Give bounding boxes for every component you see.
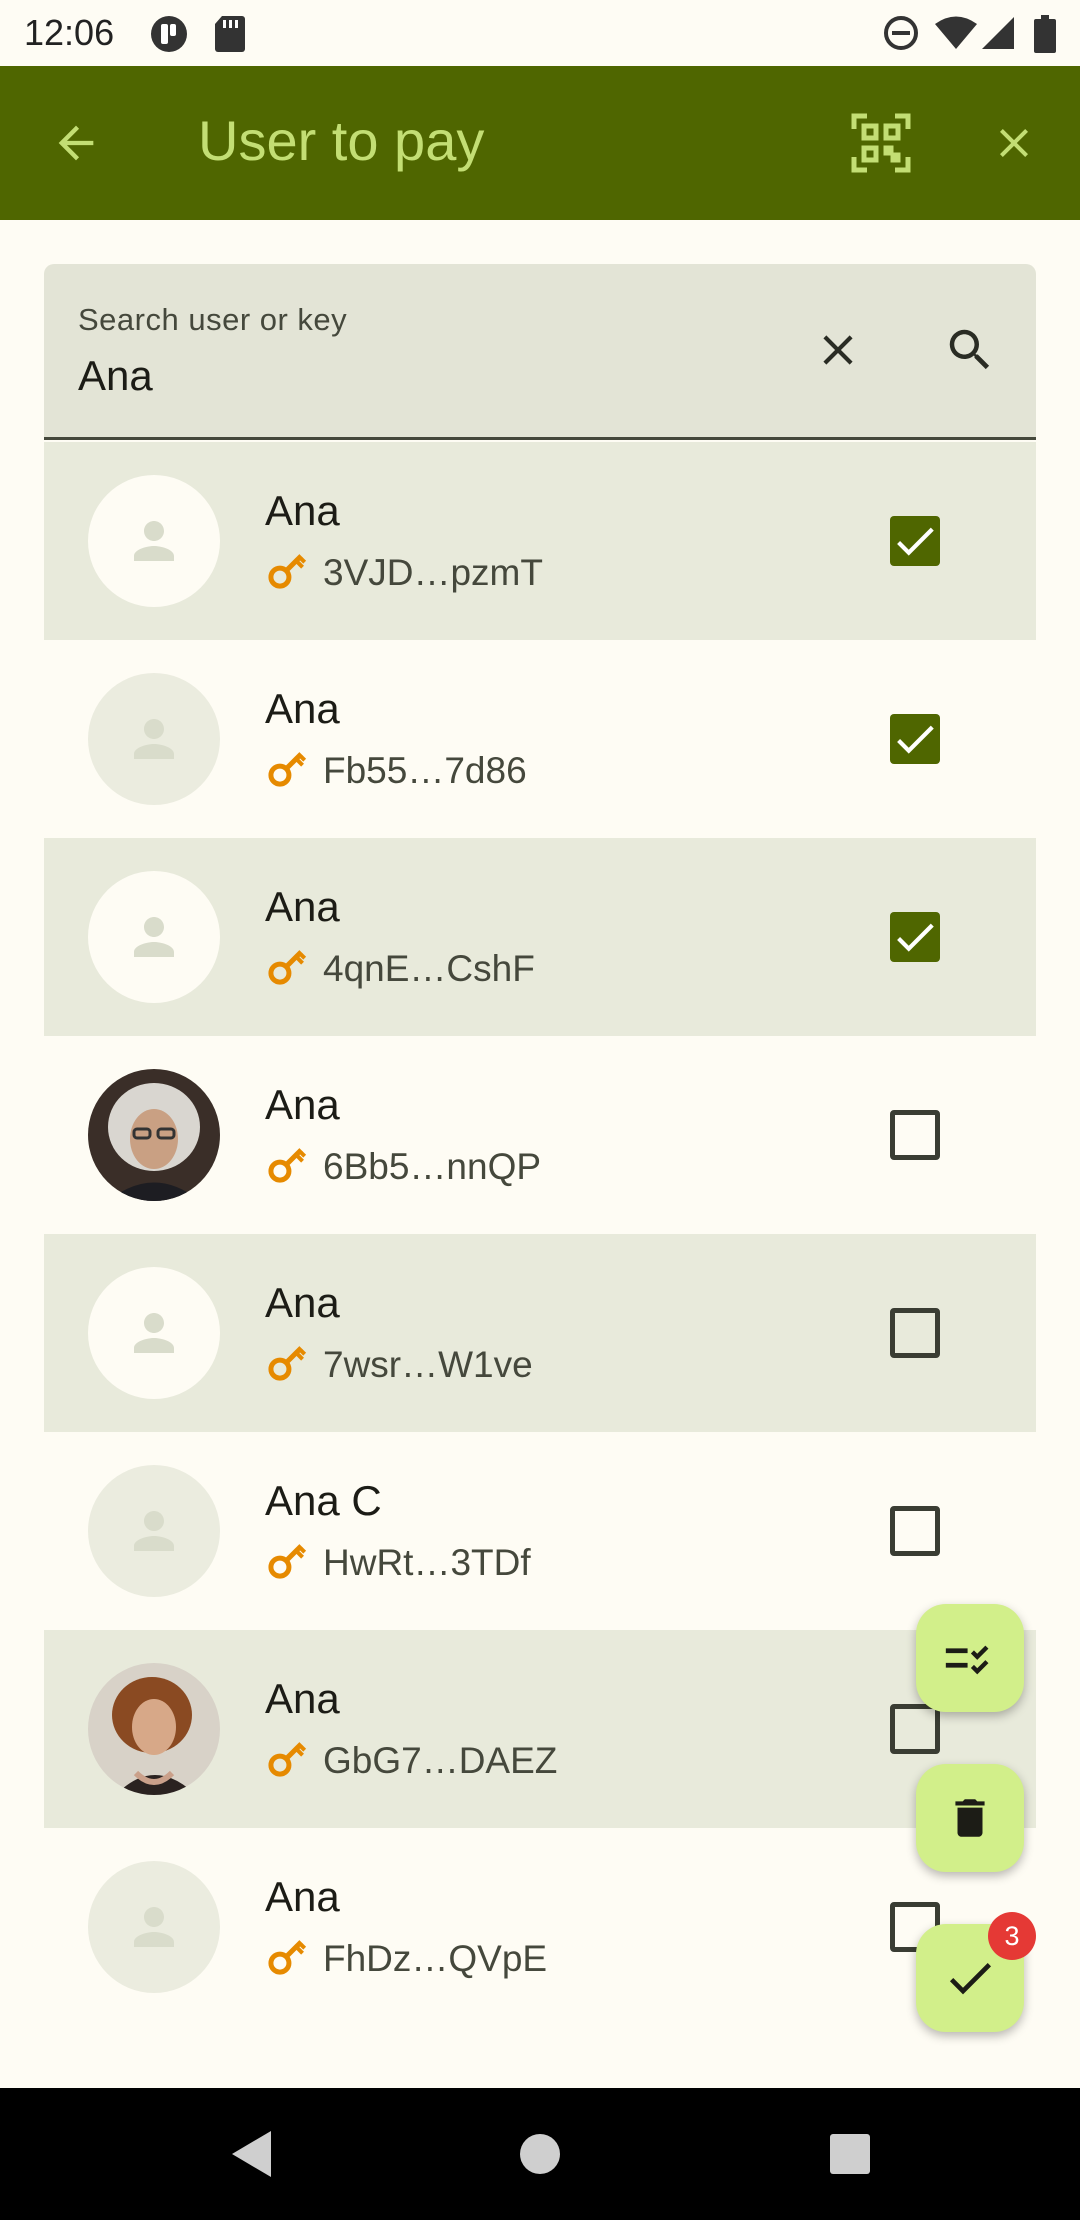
- checkbox[interactable]: [890, 1506, 940, 1556]
- user-key: GbG7…DAEZ: [265, 1736, 557, 1785]
- person-icon: [88, 1861, 220, 1993]
- search-input[interactable]: Ana: [78, 352, 153, 400]
- user-key: HwRt…3TDf: [265, 1538, 531, 1587]
- user-key: 7wsr…W1ve: [265, 1340, 533, 1389]
- status-bar: 12:06: [0, 0, 1080, 66]
- user-key: 3VJD…pzmT: [265, 548, 543, 597]
- user-key-text: Fb55…7d86: [323, 749, 527, 791]
- check-icon: [949, 1963, 991, 1995]
- user-key: FhDz…QVpE: [265, 1934, 547, 1983]
- person-icon: [88, 1267, 220, 1399]
- checkbox-checked[interactable]: [890, 912, 940, 962]
- sd-card-icon: [214, 15, 246, 58]
- wifi-icon: [934, 15, 978, 56]
- person-icon: [88, 475, 220, 607]
- user-key: 4qnE…CshF: [265, 944, 535, 993]
- checkbox[interactable]: [890, 1308, 940, 1358]
- user-key-text: HwRt…3TDf: [323, 1541, 531, 1583]
- key-icon: [265, 548, 309, 597]
- nav-home-icon[interactable]: [508, 2122, 572, 2186]
- clear-search-icon[interactable]: [806, 318, 870, 382]
- user-key-text: 3VJD…pzmT: [323, 551, 543, 593]
- person-icon: [88, 673, 220, 805]
- user-name: Ana: [265, 685, 340, 732]
- qr-scanner-icon[interactable]: [849, 111, 913, 175]
- person-icon: [88, 1465, 220, 1597]
- close-icon[interactable]: [982, 111, 1046, 175]
- nav-back-icon[interactable]: [220, 2122, 284, 2186]
- delete-button[interactable]: [916, 1764, 1024, 1872]
- status-time: 12:06: [24, 12, 115, 53]
- nav-recents-icon[interactable]: [818, 2122, 882, 2186]
- user-row[interactable]: Ana 3VJD…pzmT: [44, 442, 1036, 640]
- selected-count-badge: 3: [988, 1912, 1036, 1960]
- user-row[interactable]: Ana 4qnE…CshF: [44, 838, 1036, 1036]
- user-key-text: 4qnE…CshF: [323, 947, 535, 989]
- user-key-text: 7wsr…W1ve: [323, 1343, 533, 1385]
- checkbox-checked[interactable]: [890, 516, 940, 566]
- user-key-text: 6Bb5…nnQP: [323, 1145, 542, 1187]
- user-name: Ana: [265, 1081, 340, 1128]
- checkbox-checked[interactable]: [890, 714, 940, 764]
- avatar: [88, 1069, 220, 1201]
- user-row[interactable]: Ana FhDz…QVpE: [44, 1828, 1036, 2026]
- user-name: Ana: [265, 883, 340, 930]
- select-all-button[interactable]: [916, 1604, 1024, 1712]
- user-key-text: FhDz…QVpE: [323, 1937, 548, 1979]
- user-name: Ana: [265, 1873, 340, 1920]
- checklist-icon: [945, 1645, 989, 1675]
- checkbox[interactable]: [890, 1110, 940, 1160]
- user-list[interactable]: Ana 3VJD…pzmT Ana Fb55…7d86 Ana 4qnE…CshF Ana 6…: [44, 442, 1036, 2090]
- user-row[interactable]: Ana C HwRt…3TDf: [44, 1432, 1036, 1630]
- key-icon: [265, 1142, 309, 1191]
- user-name: Ana: [265, 1279, 340, 1326]
- key-icon: [265, 1736, 309, 1785]
- battery-icon: [1034, 15, 1056, 58]
- key-icon: [265, 1340, 309, 1389]
- user-row[interactable]: Ana 6Bb5…nnQP: [44, 1036, 1036, 1234]
- user-key-text: GbG7…DAEZ: [323, 1739, 558, 1781]
- arrow-back-icon[interactable]: [44, 111, 108, 175]
- key-icon: [265, 1934, 309, 1983]
- navigation-bar: [0, 2088, 1080, 2220]
- user-row[interactable]: Ana Fb55…7d86: [44, 640, 1036, 838]
- cellular-signal-icon: [980, 15, 1016, 56]
- page-title: User to pay: [198, 109, 485, 172]
- person-icon: [88, 871, 220, 1003]
- user-row[interactable]: Ana 7wsr…W1ve: [44, 1234, 1036, 1432]
- user-name: Ana C: [265, 1477, 382, 1524]
- delete-icon: [955, 1799, 985, 1837]
- checkbox[interactable]: [890, 1704, 940, 1754]
- key-icon: [265, 746, 309, 795]
- app-bar: User to pay: [0, 66, 1080, 220]
- user-name: Ana: [265, 487, 340, 534]
- app-notification-icon: [150, 15, 188, 58]
- do-not-disturb-icon: [883, 15, 919, 56]
- user-key: Fb55…7d86: [265, 746, 527, 795]
- search-label: Search user or key: [78, 302, 348, 337]
- key-icon: [265, 1538, 309, 1587]
- user-name: Ana: [265, 1675, 340, 1722]
- search-field[interactable]: Search user or key Ana: [44, 264, 1036, 440]
- user-row[interactable]: Ana GbG7…DAEZ: [44, 1630, 1036, 1828]
- search-icon[interactable]: [938, 318, 1002, 382]
- avatar: [88, 1663, 220, 1795]
- key-icon: [265, 944, 309, 993]
- user-key: 6Bb5…nnQP: [265, 1142, 541, 1191]
